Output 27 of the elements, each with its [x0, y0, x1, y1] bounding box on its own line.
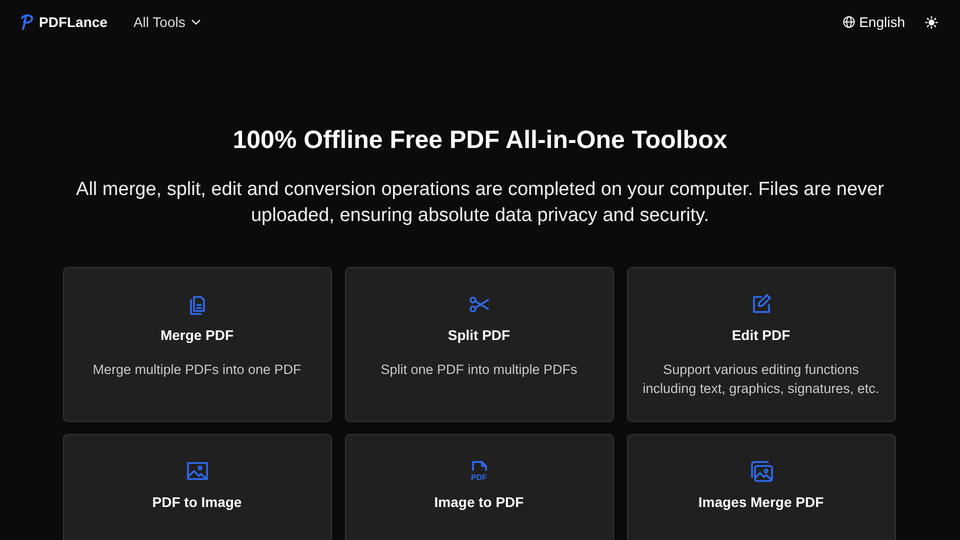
- tool-card[interactable]: Images Merge PDF: [626, 434, 896, 540]
- tool-card[interactable]: PDF Image to PDF: [344, 434, 614, 540]
- brand-name[interactable]: PDFLance: [39, 14, 108, 30]
- chevron-down-icon: [191, 19, 202, 25]
- tool-card[interactable]: Split PDF Split one PDF into multiple PDFs: [344, 267, 614, 422]
- logo-icon: [20, 14, 34, 30]
- images-icon: [749, 459, 773, 483]
- sun-icon: [925, 16, 938, 28]
- tool-description: Merge multiple PDFs into one PDF: [92, 361, 302, 379]
- hero-subtitle: All merge, split, edit and conversion operations are completed on your computer. Files are never uploaded, ensuring absolute data privacy and security.: [75, 178, 885, 228]
- theme-toggle[interactable]: [925, 16, 938, 28]
- tool-description: Split one PDF into multiple PDFs: [380, 361, 578, 379]
- tool-title: Images Merge PDF: [698, 494, 824, 510]
- image-icon: [185, 459, 209, 483]
- language-selector[interactable]: English: [843, 14, 905, 30]
- globe-icon: [843, 16, 856, 28]
- tool-title: PDF to Image: [152, 494, 242, 510]
- tool-title: Image to PDF: [434, 494, 524, 510]
- tool-title: Edit PDF: [732, 327, 790, 343]
- tool-card[interactable]: PDF to Image: [62, 434, 332, 540]
- tool-card[interactable]: Edit PDF Support various editing functions including text, graphics, signatures, etc.: [626, 267, 896, 422]
- tool-title: Merge PDF: [160, 327, 234, 343]
- all-tools-menu[interactable]: All Tools: [133, 14, 202, 30]
- tool-card[interactable]: Merge PDF Merge multiple PDFs into one PDF: [62, 267, 332, 422]
- tool-description: Support various editing functions including text, graphics, signatures, etc.: [642, 361, 880, 398]
- hero-title: 100% Offline Free PDF All-in-One Toolbox: [232, 126, 728, 155]
- tool-title: Split PDF: [448, 327, 510, 343]
